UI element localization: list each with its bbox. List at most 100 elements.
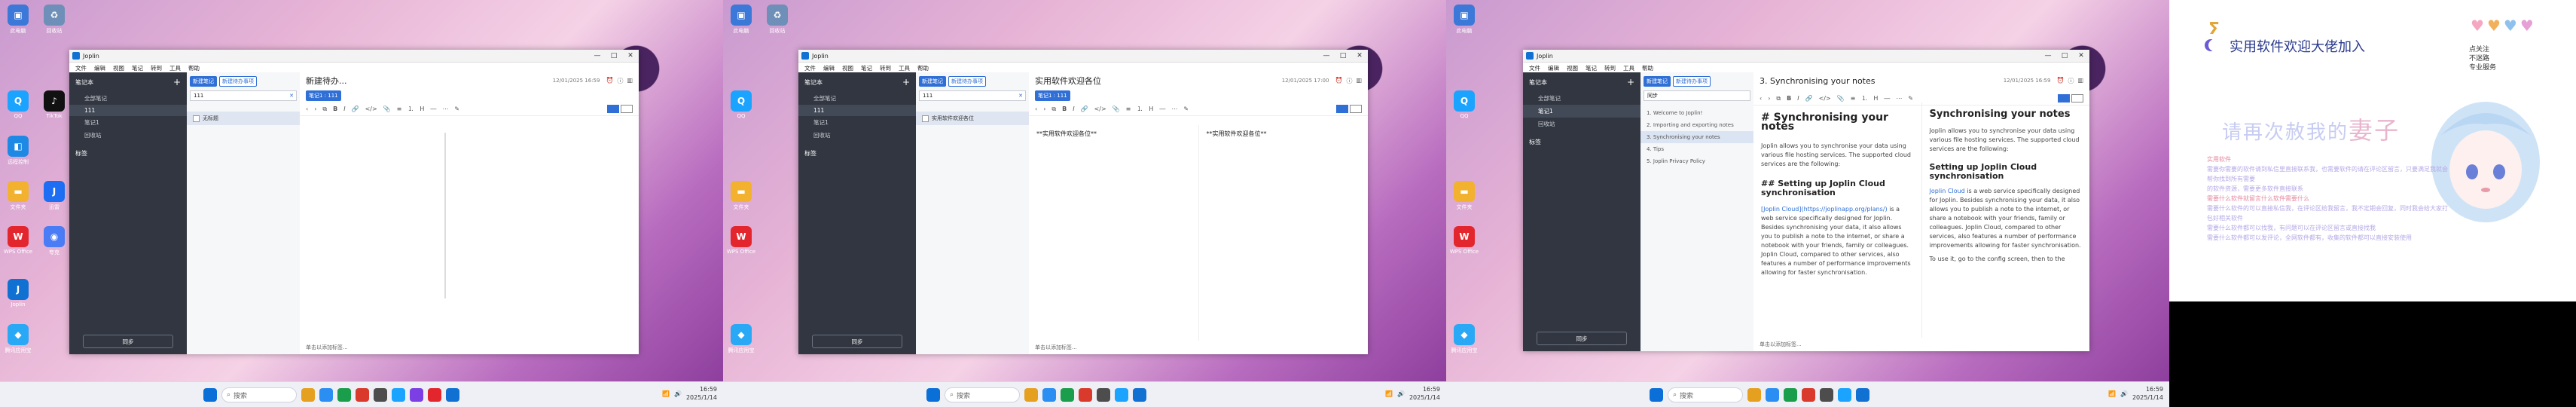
- notebook-badge[interactable]: 笔记1 : 111: [306, 90, 341, 101]
- taskbar-search[interactable]: ⌕ 搜索: [221, 387, 297, 402]
- todo-checkbox[interactable]: [922, 115, 929, 122]
- attach-icon[interactable]: 📎: [1113, 106, 1120, 112]
- menu-note[interactable]: 笔记: [1586, 64, 1597, 72]
- desktop-icon-quark[interactable]: ◉ 夸克: [39, 226, 69, 256]
- sync-button[interactable]: 同步: [812, 335, 902, 348]
- new-note-button[interactable]: 新建笔记: [190, 76, 217, 87]
- app-icon[interactable]: [1079, 388, 1092, 402]
- menu-note[interactable]: 笔记: [132, 64, 143, 72]
- volume-icon[interactable]: 🔊: [1397, 390, 1405, 397]
- app-icon[interactable]: [1802, 388, 1815, 402]
- alarm-icon[interactable]: ⏰: [1335, 77, 1342, 85]
- close-button[interactable]: ✕: [622, 52, 639, 60]
- tags-header[interactable]: 标签: [1523, 130, 1641, 154]
- number-list-icon[interactable]: ⒈: [1861, 94, 1867, 103]
- heading-icon[interactable]: H: [1149, 106, 1153, 112]
- attach-icon[interactable]: 📎: [383, 106, 391, 112]
- todo-checkbox[interactable]: [193, 115, 200, 122]
- menu-tools[interactable]: 工具: [899, 64, 910, 72]
- maximize-button[interactable]: □: [2056, 52, 2073, 60]
- start-icon[interactable]: [1650, 388, 1663, 402]
- menu-go[interactable]: 转到: [880, 64, 891, 72]
- desktop-icon-xunlei[interactable]: J 迅雷: [39, 181, 69, 211]
- code-icon[interactable]: </>: [1819, 95, 1831, 102]
- wifi-icon[interactable]: 📶: [662, 390, 670, 397]
- alarm-icon[interactable]: ⏰: [606, 77, 613, 85]
- desktop-icon-folder[interactable]: ▬ 文件夹: [3, 181, 33, 211]
- add-notebook-icon[interactable]: +: [902, 77, 910, 87]
- menu-view[interactable]: 视图: [842, 64, 853, 72]
- desktop-icon-computer[interactable]: ▣ 此电脑: [1449, 5, 1479, 35]
- new-todo-button[interactable]: 新建待办事项: [948, 76, 986, 87]
- sidebar-item-notebook1[interactable]: 笔记1: [1523, 105, 1641, 118]
- menu-tools[interactable]: 工具: [1623, 64, 1634, 72]
- preview-view-icon[interactable]: [2071, 94, 2083, 103]
- sync-button[interactable]: 同步: [1537, 332, 1627, 345]
- menu-help[interactable]: 帮助: [1642, 64, 1653, 72]
- start-icon[interactable]: [926, 388, 940, 402]
- desktop-icon-joplin[interactable]: J Joplin: [3, 279, 33, 308]
- view-toggle[interactable]: [607, 105, 633, 113]
- forward-icon[interactable]: ›: [314, 106, 316, 112]
- close-button[interactable]: ✕: [2073, 52, 2089, 60]
- bold-icon[interactable]: B: [333, 106, 337, 112]
- menu-file[interactable]: 文件: [75, 64, 87, 72]
- volume-icon[interactable]: 🔊: [2120, 390, 2128, 397]
- qq-task-icon[interactable]: [1838, 388, 1851, 402]
- menu-edit[interactable]: 编辑: [94, 64, 105, 72]
- info-icon[interactable]: ⓘ: [2068, 77, 2074, 85]
- split-view-icon[interactable]: [2058, 94, 2070, 103]
- edit-icon[interactable]: ✎: [1183, 106, 1189, 112]
- bullet-list-icon[interactable]: ≡: [1851, 95, 1856, 102]
- more-icon[interactable]: ⋯: [442, 106, 448, 112]
- preview-link[interactable]: Joplin Cloud: [1930, 188, 1965, 194]
- menu-note[interactable]: 笔记: [861, 64, 872, 72]
- number-list-icon[interactable]: ⒈: [1137, 105, 1143, 113]
- edit-icon[interactable]: ✎: [1908, 95, 1913, 102]
- hr-icon[interactable]: ―: [430, 106, 436, 112]
- forward-icon[interactable]: ›: [1043, 106, 1045, 112]
- hr-icon[interactable]: ―: [1159, 106, 1165, 112]
- forward-icon[interactable]: ›: [1768, 95, 1770, 102]
- md-link[interactable]: [Joplin Cloud](https://joplinapp.org/pla…: [1761, 206, 1888, 213]
- desktop-icon-computer[interactable]: ▣ 此电脑: [3, 5, 33, 35]
- new-note-button[interactable]: 新建笔记: [919, 76, 946, 87]
- edge-icon[interactable]: [1042, 388, 1056, 402]
- list-item[interactable]: 无标题: [187, 112, 300, 125]
- italic-icon[interactable]: I: [343, 106, 345, 112]
- sidebar-item-all[interactable]: 全部笔记: [798, 92, 916, 105]
- split-view-icon[interactable]: [1336, 105, 1348, 113]
- tiktok-task-icon[interactable]: [1820, 388, 1833, 402]
- joplin-task-icon[interactable]: [446, 388, 459, 402]
- view-toggle[interactable]: [2058, 94, 2083, 103]
- menu-view[interactable]: 视图: [113, 64, 124, 72]
- sidebar-item-notebook1[interactable]: 笔记1: [69, 116, 187, 129]
- menu-view[interactable]: 视图: [1567, 64, 1578, 72]
- clear-search-icon[interactable]: ✕: [289, 93, 294, 99]
- minimize-button[interactable]: —: [2040, 52, 2056, 60]
- clear-search-icon[interactable]: ✕: [1018, 93, 1023, 99]
- info-icon[interactable]: ⓘ: [1346, 77, 1352, 85]
- search-input[interactable]: 同步: [1644, 90, 1750, 101]
- bullet-list-icon[interactable]: ≡: [397, 106, 402, 112]
- external-edit-icon[interactable]: ⧉: [1051, 106, 1056, 113]
- menu-help[interactable]: 帮助: [188, 64, 200, 72]
- sync-button[interactable]: 同步: [83, 335, 173, 348]
- menu-edit[interactable]: 编辑: [1548, 64, 1559, 72]
- new-todo-button[interactable]: 新建待办事项: [219, 76, 257, 87]
- heading-icon[interactable]: H: [420, 106, 424, 112]
- sidebar-item-trash[interactable]: 回收站: [798, 129, 916, 142]
- list-item[interactable]: 3. Synchronising your notes: [1641, 131, 1753, 143]
- sidebar-item-all[interactable]: 全部笔记: [1523, 92, 1641, 105]
- menu-edit[interactable]: 编辑: [823, 64, 835, 72]
- number-list-icon[interactable]: ⒈: [407, 105, 414, 113]
- maximize-button[interactable]: □: [606, 52, 622, 60]
- explorer-icon[interactable]: [1747, 388, 1761, 402]
- list-item[interactable]: 1. Welcome to Joplin!: [1641, 107, 1753, 119]
- list-item[interactable]: 实用软件欢迎各位: [916, 112, 1029, 125]
- external-edit-icon[interactable]: ⧉: [1776, 95, 1781, 103]
- list-item[interactable]: 5. Joplin Privacy Policy: [1641, 155, 1753, 167]
- menu-tools[interactable]: 工具: [169, 64, 181, 72]
- add-notebook-icon[interactable]: +: [173, 77, 181, 87]
- minimize-button[interactable]: —: [1318, 52, 1335, 60]
